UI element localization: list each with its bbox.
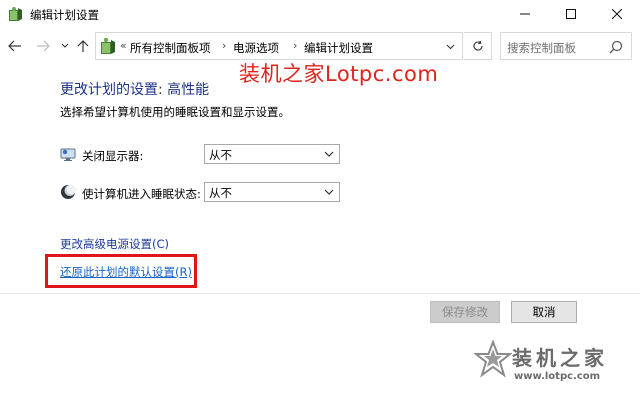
moon-icon	[61, 184, 76, 199]
footer-divider	[0, 293, 640, 294]
sleep-label: 使计算机进入睡眠状态:	[82, 187, 201, 201]
power-options-icon	[9, 7, 22, 21]
chevron-down-icon	[61, 43, 69, 48]
chevron-down-icon	[446, 44, 454, 50]
logo-text: 装机之家	[512, 346, 608, 370]
close-icon	[612, 9, 622, 19]
search-input[interactable]: 搜索控制面板	[507, 40, 576, 56]
page-description: 选择希望计算机使用的睡眠设置和显示设置。	[60, 105, 290, 119]
page-title: 更改计划的设置: 高性能	[60, 82, 210, 98]
watermark-text: 装机之家Lotpc.com	[239, 62, 439, 86]
display-off-label: 关闭显示器:	[82, 149, 144, 163]
arrow-right-icon	[37, 40, 50, 52]
highlight-box	[45, 254, 197, 288]
address-dropdown-button[interactable]	[441, 39, 459, 55]
breadcrumb-separator-icon[interactable]: ›	[293, 39, 297, 52]
star-icon	[474, 340, 512, 378]
breadcrumb-item-power-options[interactable]: 电源选项	[233, 40, 279, 56]
minimize-button[interactable]	[502, 0, 548, 28]
refresh-button[interactable]	[464, 32, 492, 60]
forward-button[interactable]	[34, 37, 52, 55]
breadcrumb-item-edit-plan[interactable]: 编辑计划设置	[304, 40, 373, 56]
search-box[interactable]: 搜索控制面板	[500, 32, 632, 60]
maximize-button[interactable]	[548, 0, 594, 28]
address-bar[interactable]: « 所有控制面板项 › 电源选项 › 编辑计划设置	[95, 32, 463, 60]
display-off-select[interactable]: 从不	[204, 144, 340, 164]
title-bar: 编辑计划设置	[0, 0, 640, 28]
window-title: 编辑计划设置	[30, 8, 99, 22]
sleep-value: 从不	[209, 186, 232, 200]
control-panel-icon	[101, 37, 115, 54]
back-button[interactable]	[6, 37, 24, 55]
display-off-value: 从不	[209, 148, 232, 162]
save-changes-button[interactable]: 保存修改	[430, 301, 500, 323]
site-logo: 装机之家 www.lotpc.com	[470, 338, 635, 394]
up-button[interactable]	[74, 37, 92, 55]
breadcrumb-item-control-panel[interactable]: 所有控制面板项	[130, 40, 211, 56]
breadcrumb-overflow-icon[interactable]: «	[120, 39, 127, 52]
chevron-down-icon	[324, 189, 334, 195]
maximize-icon	[566, 9, 576, 19]
breadcrumb-separator-icon[interactable]: ›	[222, 39, 226, 52]
sleep-select[interactable]: 从不	[204, 182, 340, 202]
minimize-icon	[520, 13, 530, 15]
monitor-icon	[60, 148, 76, 161]
refresh-icon	[473, 40, 483, 51]
recent-locations-button[interactable]	[56, 37, 74, 55]
arrow-left-icon	[8, 40, 21, 52]
chevron-down-icon	[324, 151, 334, 157]
logo-url: www.lotpc.com	[514, 371, 601, 382]
arrow-up-icon	[77, 40, 89, 52]
advanced-power-settings-link[interactable]: 更改高级电源设置(C)	[60, 236, 169, 252]
search-icon[interactable]	[609, 40, 623, 54]
cancel-button[interactable]: 取消	[511, 301, 577, 323]
close-button[interactable]	[594, 0, 640, 28]
